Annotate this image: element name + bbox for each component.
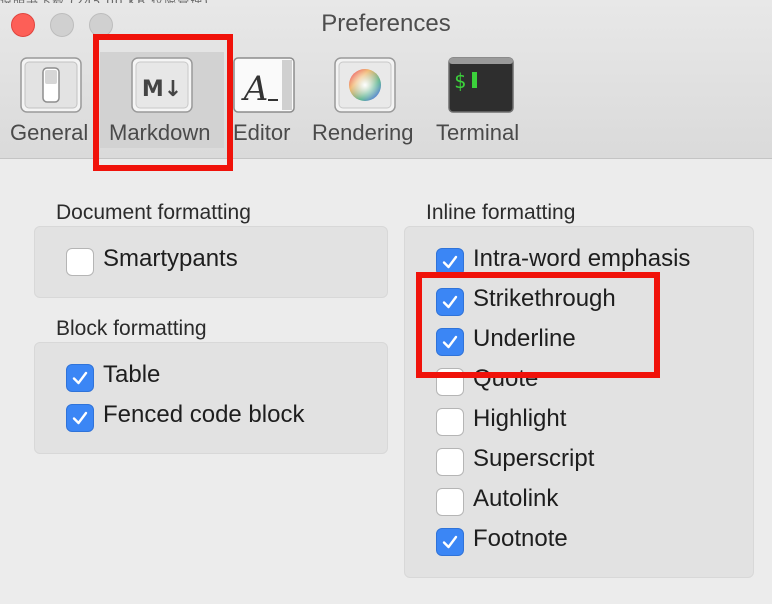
tab-rendering[interactable]: Rendering [306, 52, 424, 148]
checkmark-icon [442, 255, 458, 269]
tab-editor[interactable]: A Editor [228, 52, 300, 148]
tab-terminal[interactable]: $ Terminal [432, 52, 532, 148]
terminal-icon: $ [448, 56, 514, 114]
tab-rendering-label: Rendering [312, 120, 414, 145]
markdown-icon-text: M↓ [142, 77, 182, 102]
block-formatting-panel: Table Fenced code block [34, 342, 388, 454]
footnote-label: Footnote [473, 525, 568, 552]
superscript-label: Superscript [473, 445, 595, 472]
checkmark-icon [72, 371, 88, 385]
strikethrough-label: Strikethrough [473, 285, 616, 312]
fenced-code-block-checkbox[interactable] [66, 404, 94, 432]
smartypants-label: Smartypants [103, 245, 238, 272]
inline-formatting-title: Inline formatting [426, 201, 576, 224]
intra-word-emphasis-checkbox[interactable] [436, 248, 464, 276]
clipped-top-text: 说明书下载 (245.00 KB 仅限管理) [0, 0, 772, 3]
fenced-code-block-label: Fenced code block [103, 401, 305, 428]
font-icon-text: A [241, 69, 269, 109]
tab-markdown[interactable]: M↓ Markdown [100, 52, 224, 148]
inline-formatting-panel: Intra-word emphasis Strikethrough Underl… [404, 226, 754, 578]
checkmark-icon [442, 335, 458, 349]
checkmark-icon [442, 295, 458, 309]
strikethrough-checkbox[interactable] [436, 288, 464, 316]
smartypants-checkbox[interactable] [66, 248, 94, 276]
document-formatting-title: Document formatting [56, 201, 251, 224]
checkmark-icon [72, 411, 88, 425]
toggle-switch-icon [19, 56, 83, 114]
document-formatting-panel: Smartypants [34, 226, 388, 298]
highlight-label: Highlight [473, 405, 567, 432]
quote-label: Quote [473, 365, 539, 392]
checkmark-icon [442, 535, 458, 549]
font-icon: A [232, 56, 296, 114]
window-toolbar: 说明书下载 (245.00 KB 仅限管理) Preferences Gener… [0, 0, 772, 159]
tab-general[interactable]: General [8, 52, 94, 148]
highlight-checkbox[interactable] [436, 408, 464, 436]
table-checkbox[interactable] [66, 364, 94, 392]
underline-checkbox[interactable] [436, 328, 464, 356]
color-wheel-icon [333, 56, 397, 114]
tab-editor-label: Editor [233, 120, 291, 145]
superscript-checkbox[interactable] [436, 448, 464, 476]
underline-label: Underline [473, 325, 576, 352]
tab-general-label: General [10, 120, 89, 145]
footnote-checkbox[interactable] [436, 528, 464, 556]
tab-terminal-label: Terminal [436, 120, 520, 145]
preferences-content: Document formatting Smartypants Block fo… [0, 159, 772, 604]
tab-markdown-label: Markdown [109, 120, 211, 145]
table-label: Table [103, 361, 161, 388]
markdown-icon: M↓ [130, 56, 194, 114]
autolink-label: Autolink [473, 485, 559, 512]
autolink-checkbox[interactable] [436, 488, 464, 516]
terminal-icon-text: $ [454, 69, 466, 93]
window-title: Preferences [321, 10, 451, 37]
intra-word-emphasis-label: Intra-word emphasis [473, 245, 691, 272]
quote-checkbox[interactable] [436, 368, 464, 396]
block-formatting-title: Block formatting [56, 317, 207, 340]
